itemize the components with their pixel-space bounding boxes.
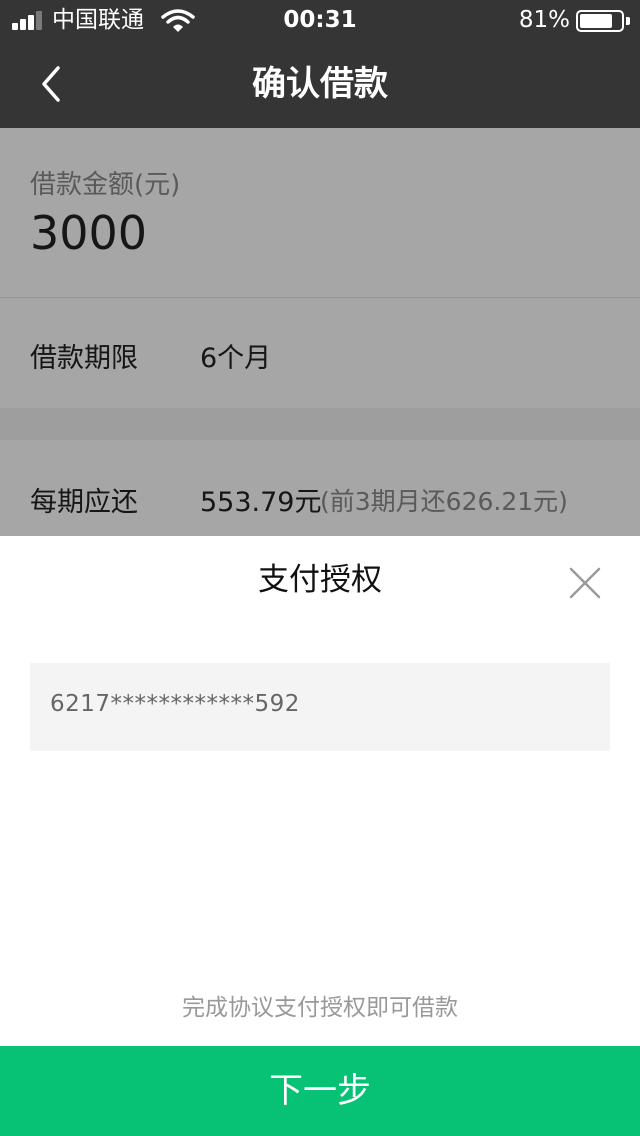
nav-bar: 确认借款 <box>0 40 640 128</box>
authorization-hint: 完成协议支付授权即可借款 <box>182 995 458 1021</box>
next-step-label: 下一步 <box>269 1071 371 1111</box>
battery-percent: 81% <box>518 7 570 33</box>
sheet-title: 支付授权 <box>258 562 382 598</box>
status-bar: 中国联通 00:31 81% <box>0 0 640 40</box>
modal-overlay[interactable] <box>0 128 640 536</box>
next-step-button[interactable]: 下一步 <box>0 1046 640 1136</box>
bank-card-field[interactable]: 6217************592 <box>30 663 610 751</box>
close-icon[interactable] <box>568 566 602 600</box>
battery-icon <box>576 10 630 32</box>
card-number: 6217************592 <box>50 691 300 717</box>
page-title: 确认借款 <box>252 64 388 104</box>
payment-authorization-sheet: 支付授权 6217************592 完成协议支付授权即可借款 下一… <box>0 536 640 1136</box>
